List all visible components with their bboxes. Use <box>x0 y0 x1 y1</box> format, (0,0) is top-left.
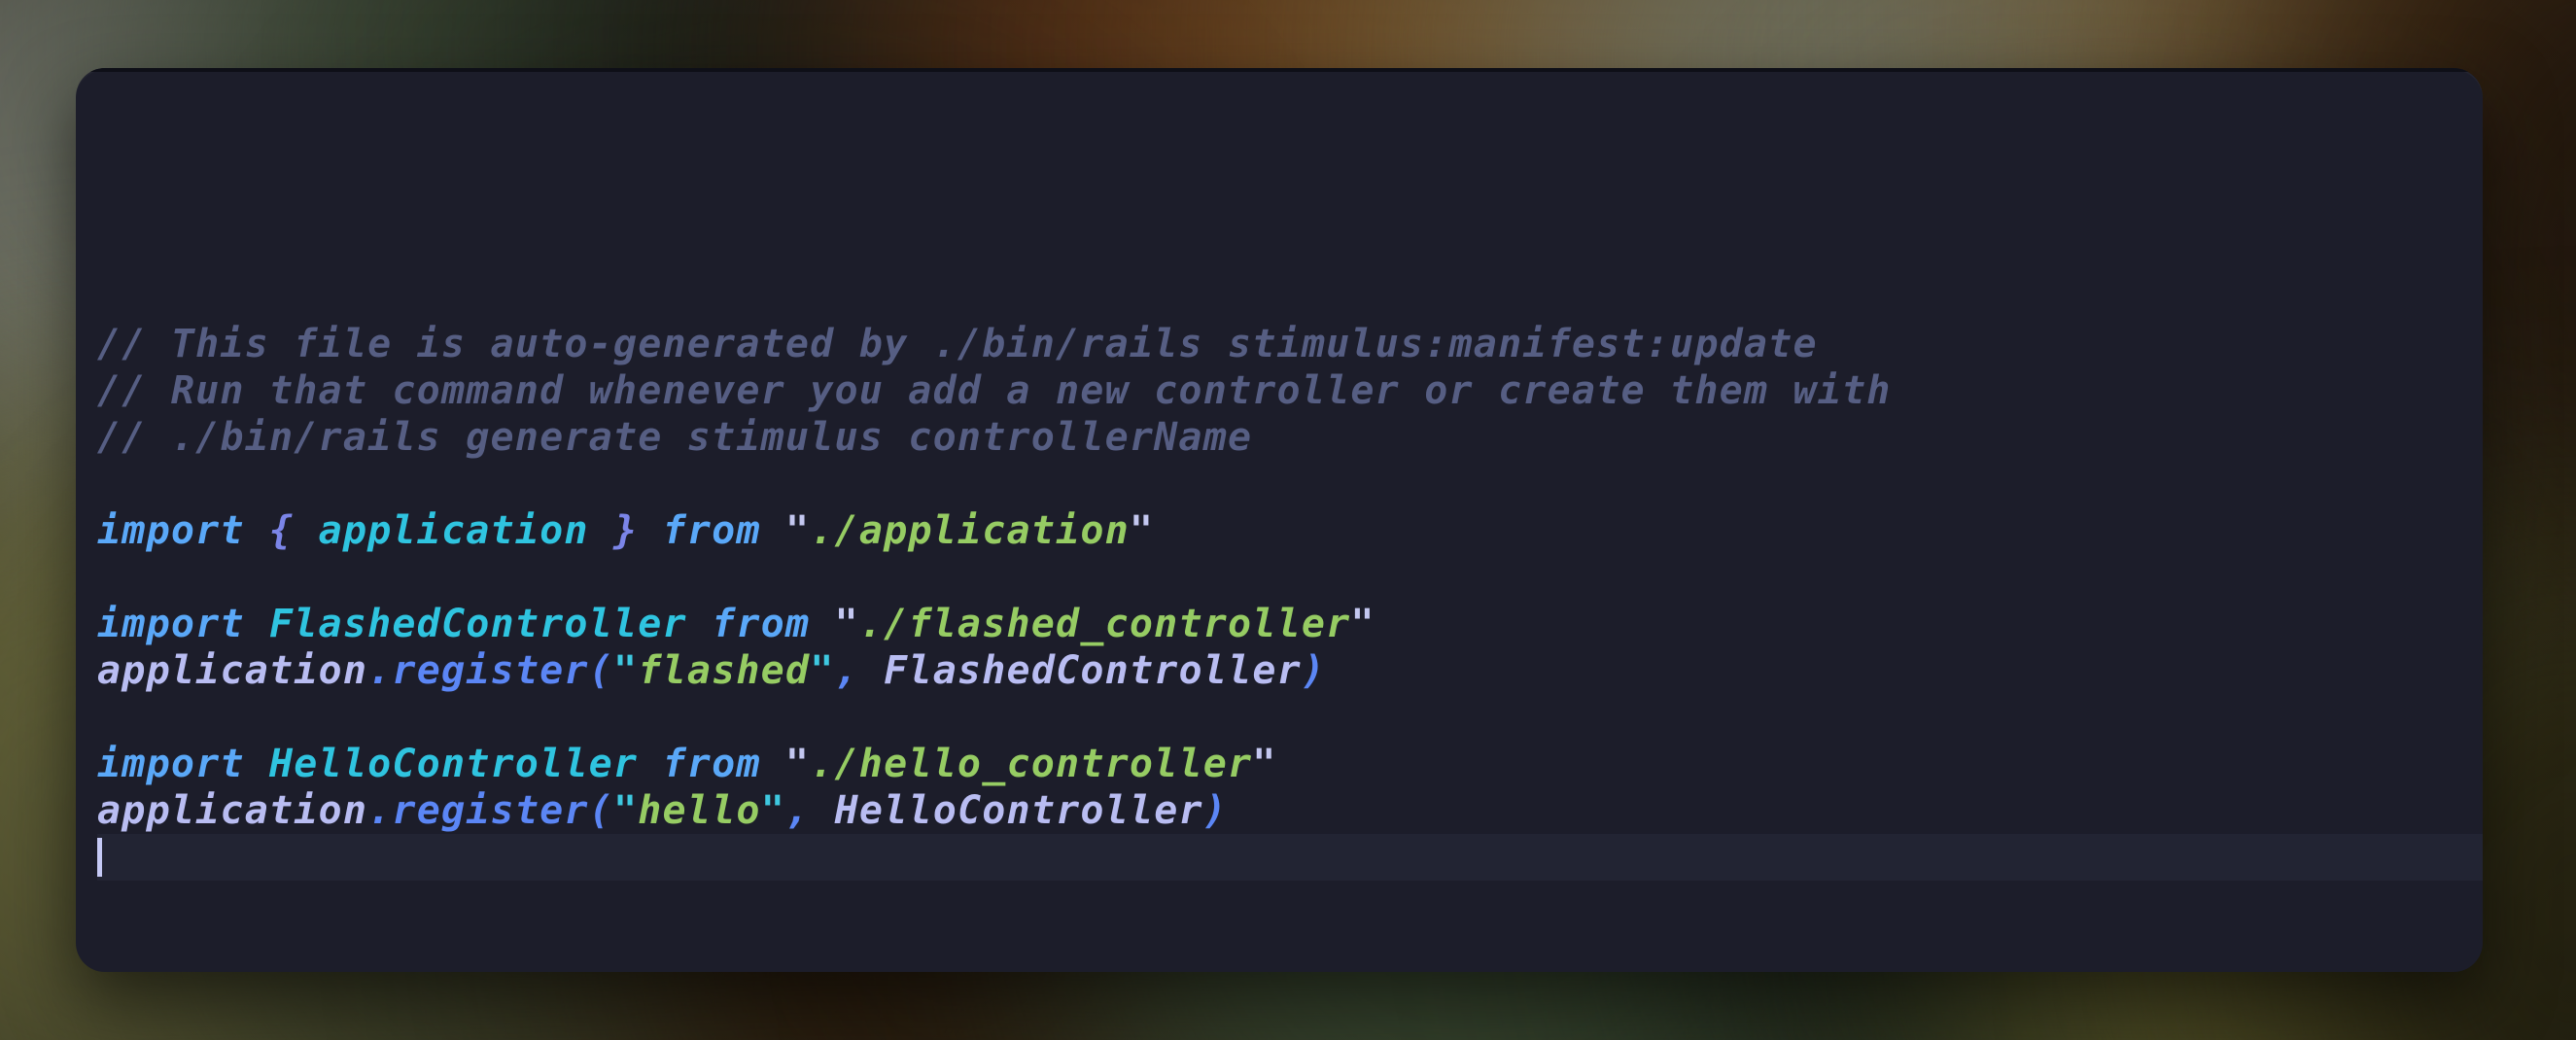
code-token-variable: FlashedController <box>884 648 1302 693</box>
text-cursor-caret <box>97 838 102 877</box>
code-token-plain: " <box>784 742 811 786</box>
code-token-function: ) <box>1202 788 1229 833</box>
code-token-plain: " <box>1350 602 1375 646</box>
code-token-type: HelloController <box>268 742 639 786</box>
code-editor-text-area[interactable]: // This file is auto-generated by ./bin/… <box>76 68 2483 972</box>
code-token-plain: " <box>834 602 859 646</box>
code-editor-window[interactable]: // This file is auto-generated by ./bin/… <box>76 68 2483 972</box>
code-line[interactable]: import FlashedController from "./flashed… <box>97 601 2483 647</box>
code-token-function: ( <box>588 788 613 833</box>
code-token-string: ./application <box>810 508 1130 553</box>
code-line[interactable]: import { application } from "./applicati… <box>97 507 2483 554</box>
code-line[interactable]: application.register("flashed", FlashedC… <box>97 647 2483 694</box>
code-token-string: flashed <box>638 648 811 693</box>
code-token-comment: // Run that command whenever you add a n… <box>97 368 1892 413</box>
code-token-punctuation: } <box>588 508 639 553</box>
code-token-keyword: import <box>97 508 269 553</box>
code-token-function: , <box>784 788 835 833</box>
code-line[interactable] <box>97 461 2483 507</box>
code-token-keyword: from <box>638 508 785 553</box>
code-token-function: ( <box>588 648 613 693</box>
code-token-function: ) <box>1301 648 1327 693</box>
code-token-plain: " <box>1129 508 1155 553</box>
code-line[interactable]: application.register("hello", HelloContr… <box>97 787 2483 834</box>
code-token-quote: " <box>612 648 639 693</box>
code-token-function: register <box>392 648 589 693</box>
code-token-keyword: from <box>686 602 835 646</box>
code-token-function: register <box>392 788 589 833</box>
code-line[interactable]: import HelloController from "./hello_con… <box>97 741 2483 787</box>
code-token-string: ./hello_controller <box>810 742 1253 786</box>
code-token-variable: HelloController <box>834 788 1203 833</box>
code-token-type: application <box>318 508 589 553</box>
code-token-keyword: import <box>97 742 269 786</box>
code-token-variable: application <box>97 788 368 833</box>
code-token-comment: // This file is auto-generated by ./bin/… <box>97 322 1818 366</box>
code-token-string: ./flashed_controller <box>858 602 1351 646</box>
code-line[interactable]: // This file is auto-generated by ./bin/… <box>97 321 2483 367</box>
code-token-punctuation: { <box>268 508 319 553</box>
code-token-type: FlashedController <box>268 602 687 646</box>
code-line[interactable]: // ./bin/rails generate stimulus control… <box>97 414 2483 461</box>
code-token-plain: " <box>784 508 811 553</box>
code-token-string: hello <box>638 788 761 833</box>
code-token-quote: " <box>612 788 639 833</box>
code-line[interactable]: // Run that command whenever you add a n… <box>97 367 2483 414</box>
code-line[interactable] <box>97 554 2483 601</box>
clipped-line-above <box>97 161 2483 181</box>
code-token-plain: " <box>1252 742 1277 786</box>
code-token-comment: // ./bin/rails generate stimulus control… <box>97 415 1253 460</box>
code-token-keyword: from <box>638 742 785 786</box>
code-token-function: , <box>834 648 885 693</box>
code-token-quote: " <box>810 648 835 693</box>
code-token-variable: application <box>97 648 368 693</box>
code-line[interactable] <box>97 834 2483 881</box>
code-token-keyword: import <box>97 602 269 646</box>
code-line[interactable] <box>97 694 2483 741</box>
code-token-function: . <box>367 788 393 833</box>
code-token-function: . <box>367 648 393 693</box>
code-token-quote: " <box>760 788 785 833</box>
